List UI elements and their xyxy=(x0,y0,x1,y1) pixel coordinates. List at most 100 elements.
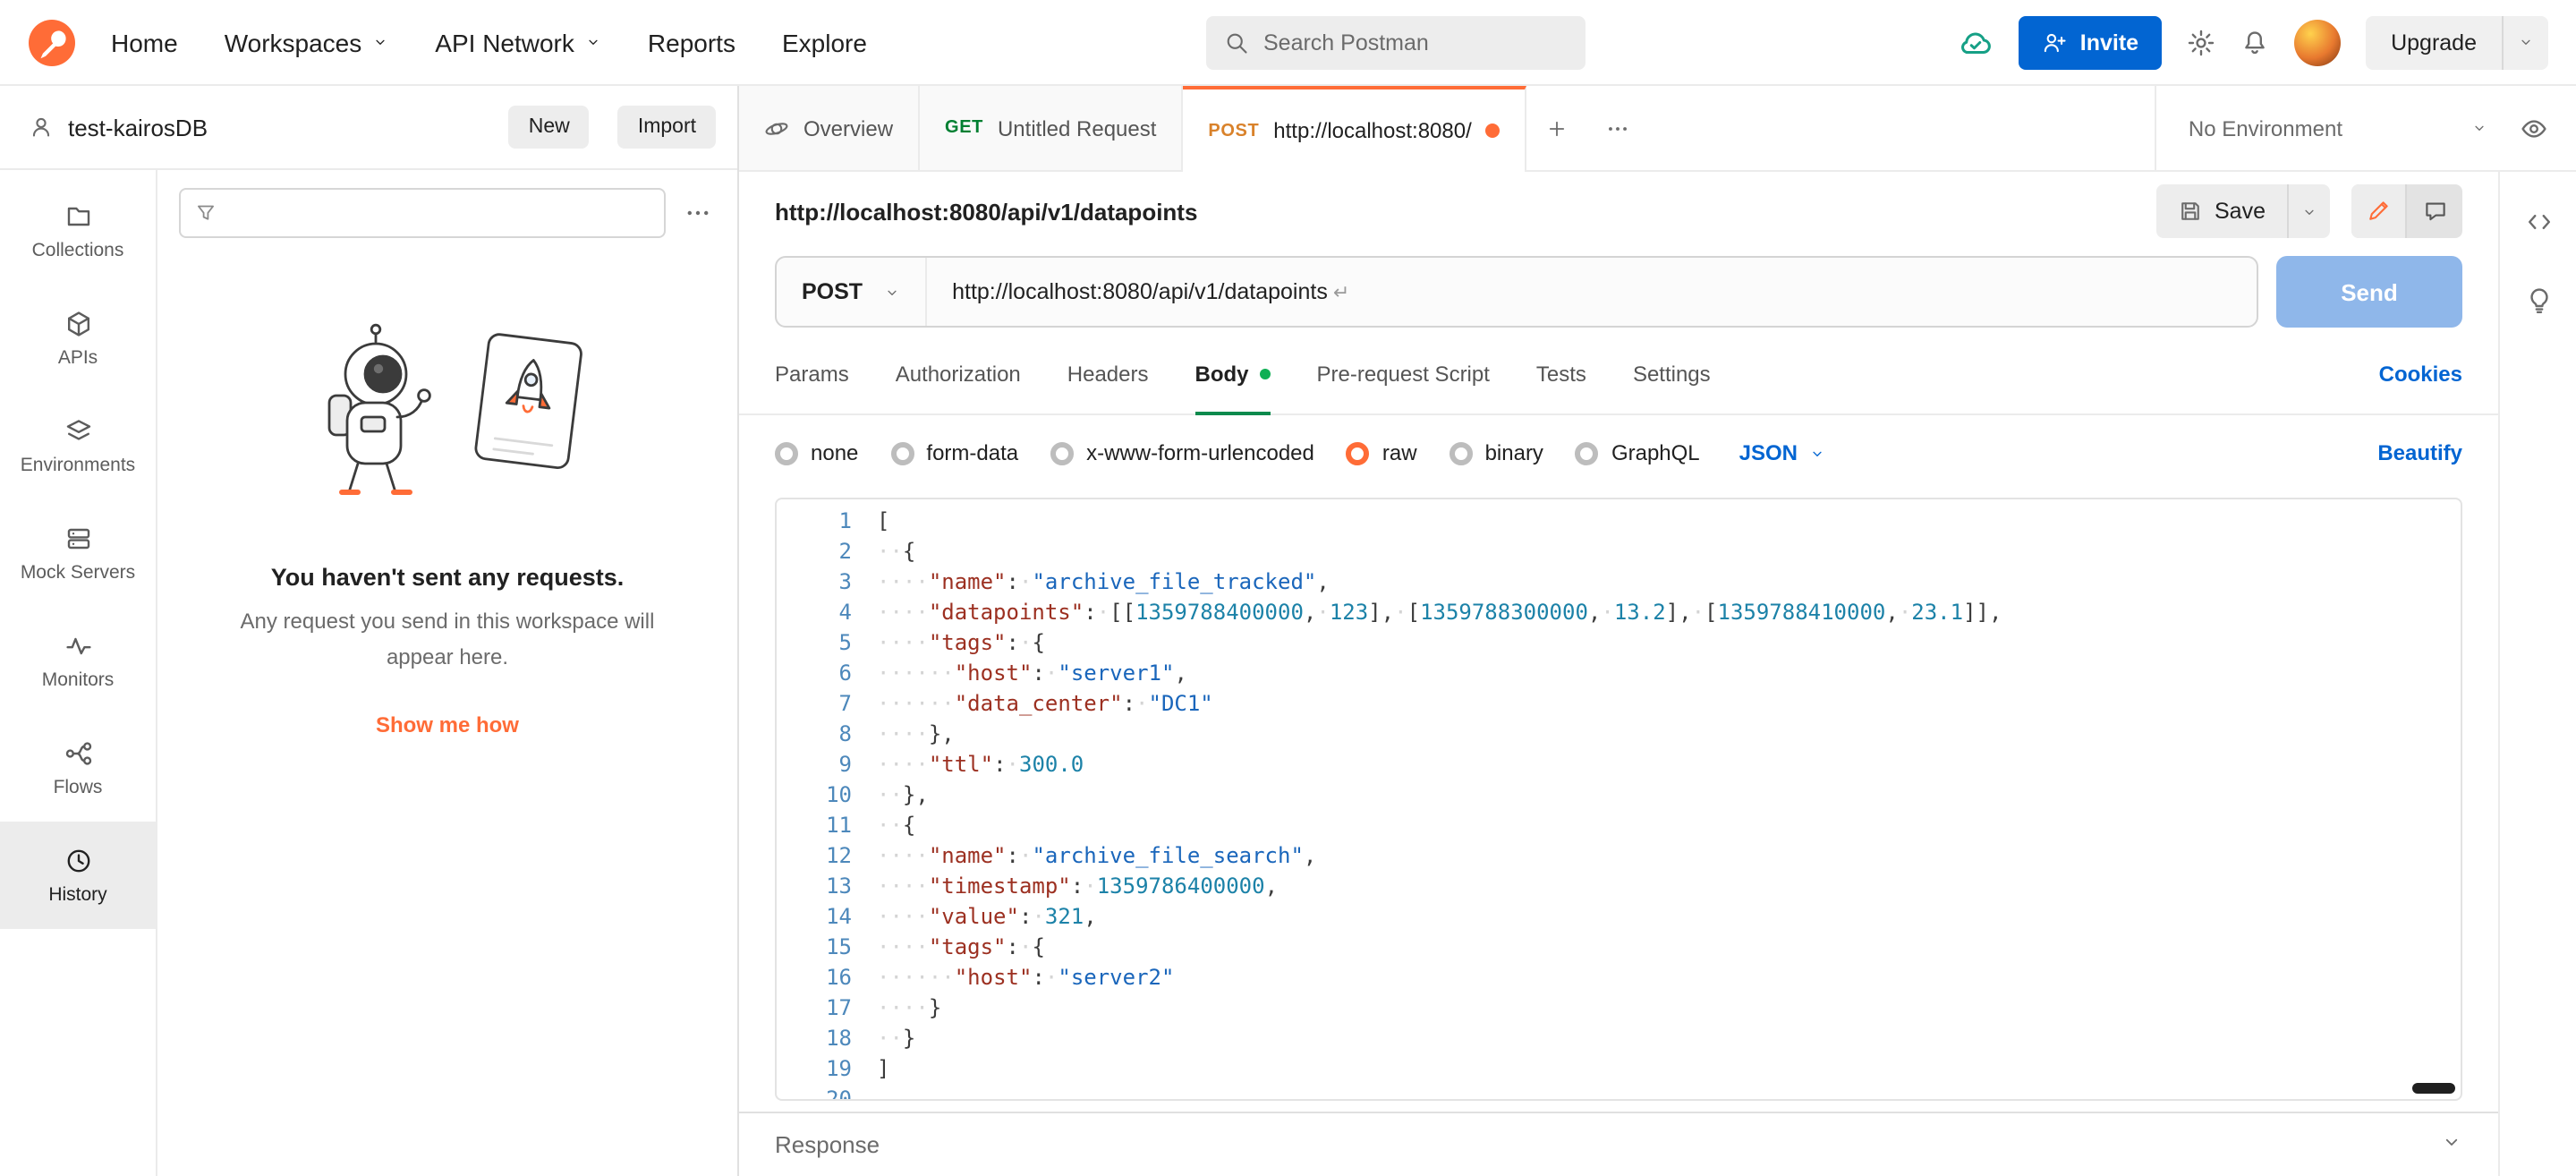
chevron-down-icon xyxy=(585,34,601,50)
nav-workspaces[interactable]: Workspaces xyxy=(225,28,389,56)
code-line[interactable]: 15····"tags":·{ xyxy=(777,933,2461,963)
line-number: 14 xyxy=(777,902,852,933)
notifications-bell-icon[interactable] xyxy=(2240,28,2269,56)
postman-logo-icon[interactable] xyxy=(29,19,75,65)
line-number: 8 xyxy=(777,720,852,750)
mode-x-www-form-urlencoded[interactable]: x-www-form-urlencoded xyxy=(1050,440,1314,465)
history-filter-input[interactable] xyxy=(227,200,650,226)
mode-raw[interactable]: raw xyxy=(1347,440,1417,465)
code-line[interactable]: 9····"ttl":·300.0 xyxy=(777,750,2461,780)
monitors-activity-icon xyxy=(64,631,92,660)
code-line[interactable]: 10··}, xyxy=(777,780,2461,811)
settings-gear-icon[interactable] xyxy=(2187,28,2215,56)
nav-home[interactable]: Home xyxy=(111,28,178,56)
filter-funnel-icon xyxy=(195,202,217,224)
code-line[interactable]: 13····"timestamp":·1359786400000, xyxy=(777,872,2461,902)
user-avatar[interactable] xyxy=(2294,19,2341,65)
tab-untitled-request[interactable]: GET Untitled Request xyxy=(920,86,1183,170)
code-line[interactable]: 2··{ xyxy=(777,537,2461,567)
tab-overview[interactable]: Overview xyxy=(739,86,920,170)
send-button[interactable]: Send xyxy=(2276,256,2462,328)
code-line[interactable]: 5····"tags":·{ xyxy=(777,628,2461,659)
invite-button[interactable]: Invite xyxy=(2019,15,2162,69)
code-line[interactable]: 14····"value":·321, xyxy=(777,902,2461,933)
comment-icon xyxy=(2422,199,2447,224)
sync-cloud-icon[interactable] xyxy=(1959,24,1994,60)
tab-settings[interactable]: Settings xyxy=(1633,333,1711,413)
environments-layers-icon xyxy=(64,416,92,445)
save-menu-button[interactable] xyxy=(2287,184,2330,238)
sidebar-item-flows[interactable]: Flows xyxy=(0,714,156,822)
new-button[interactable]: New xyxy=(509,106,590,149)
response-bar[interactable]: Response xyxy=(739,1112,2498,1176)
code-snippet-icon[interactable] xyxy=(2524,208,2553,236)
method-select[interactable]: POST xyxy=(777,258,927,326)
environment-quick-look-eye-icon[interactable] xyxy=(2505,86,2563,170)
sidebar-item-history[interactable]: History xyxy=(0,822,156,929)
show-me-how-link[interactable]: Show me how xyxy=(376,712,519,737)
line-number: 3 xyxy=(777,567,852,598)
line-number: 13 xyxy=(777,872,852,902)
code-line[interactable]: 19] xyxy=(777,1054,2461,1085)
tab-localhost-request[interactable]: POST http://localhost:8080/ xyxy=(1183,86,1526,172)
sidebar-item-environments[interactable]: Environments xyxy=(0,392,156,499)
cookies-link[interactable]: Cookies xyxy=(2379,361,2462,386)
code-line[interactable]: 17····} xyxy=(777,993,2461,1024)
mode-none[interactable]: none xyxy=(775,440,858,465)
body-content-dot xyxy=(1260,368,1271,379)
sidebar-item-collections[interactable]: Collections xyxy=(0,177,156,285)
upgrade-button[interactable]: Upgrade xyxy=(2366,15,2502,69)
sidebar-item-apis[interactable]: APIs xyxy=(0,285,156,392)
save-button[interactable]: Save xyxy=(2155,184,2287,238)
nav-reports[interactable]: Reports xyxy=(648,28,735,56)
code-line[interactable]: 8····}, xyxy=(777,720,2461,750)
search-input[interactable]: Search Postman xyxy=(1206,16,1586,70)
tab-options-button[interactable] xyxy=(1588,86,1649,170)
radio-icon xyxy=(1576,441,1599,464)
tab-headers[interactable]: Headers xyxy=(1067,333,1149,413)
sidebar-more-options-button[interactable] xyxy=(684,199,712,227)
workspace-name[interactable]: test-kairosDB xyxy=(68,114,495,141)
code-line[interactable]: 4····"datapoints":·[[1359788400000,·123]… xyxy=(777,598,2461,628)
response-expand-chevron[interactable] xyxy=(2441,1129,2462,1161)
tab-tests[interactable]: Tests xyxy=(1536,333,1586,413)
horizontal-scrollbar-thumb[interactable] xyxy=(2412,1083,2455,1094)
code-line[interactable]: 11··{ xyxy=(777,811,2461,841)
code-line[interactable]: 7······"data_center":·"DC1" xyxy=(777,689,2461,720)
astronaut-illustration xyxy=(297,313,598,524)
tab-authorization[interactable]: Authorization xyxy=(896,333,1021,413)
request-title-row: http://localhost:8080/api/v1/datapoints … xyxy=(739,172,2498,251)
nav-explore[interactable]: Explore xyxy=(782,28,867,56)
tab-params[interactable]: Params xyxy=(775,333,849,413)
mode-form-data[interactable]: form-data xyxy=(890,440,1018,465)
chevron-down-icon xyxy=(2301,203,2317,219)
code-line[interactable]: 18··} xyxy=(777,1024,2461,1054)
mode-binary[interactable]: binary xyxy=(1450,440,1543,465)
environment-selector[interactable]: No Environment xyxy=(2171,115,2505,141)
code-line[interactable]: 6······"host":·"server1", xyxy=(777,659,2461,689)
code-line[interactable]: 1[ xyxy=(777,507,2461,537)
body-code-editor[interactable]: 1[2··{3····"name":·"archive_file_tracked… xyxy=(775,498,2462,1101)
language-select[interactable]: JSON xyxy=(1739,440,1824,465)
upgrade-menu-button[interactable] xyxy=(2502,15,2548,69)
code-line[interactable]: 3····"name":·"archive_file_tracked", xyxy=(777,567,2461,598)
return-hint: ↵ xyxy=(1333,283,1349,304)
line-number: 5 xyxy=(777,628,852,659)
new-tab-button[interactable] xyxy=(1527,86,1588,170)
code-line[interactable]: 12····"name":·"archive_file_search", xyxy=(777,841,2461,872)
comments-button[interactable] xyxy=(2407,184,2462,238)
rename-pencil-button[interactable] xyxy=(2351,184,2407,238)
code-line[interactable]: 20 xyxy=(777,1085,2461,1101)
tab-pre-request-script[interactable]: Pre-request Script xyxy=(1317,333,1490,413)
code-line[interactable]: 16······"host":·"server2" xyxy=(777,963,2461,993)
beautify-link[interactable]: Beautify xyxy=(2377,440,2462,465)
bulb-icon[interactable] xyxy=(2524,286,2553,315)
sidebar-item-mock-servers[interactable]: Mock Servers xyxy=(0,499,156,607)
line-number: 10 xyxy=(777,780,852,811)
import-button[interactable]: Import xyxy=(618,106,716,149)
tab-body[interactable]: Body xyxy=(1195,333,1271,413)
nav-api-network[interactable]: API Network xyxy=(435,28,601,56)
mode-graphql[interactable]: GraphQL xyxy=(1576,440,1700,465)
url-input[interactable]: http://localhost:8080/api/v1/datapoints↵ xyxy=(927,279,2257,304)
sidebar-item-monitors[interactable]: Monitors xyxy=(0,607,156,714)
